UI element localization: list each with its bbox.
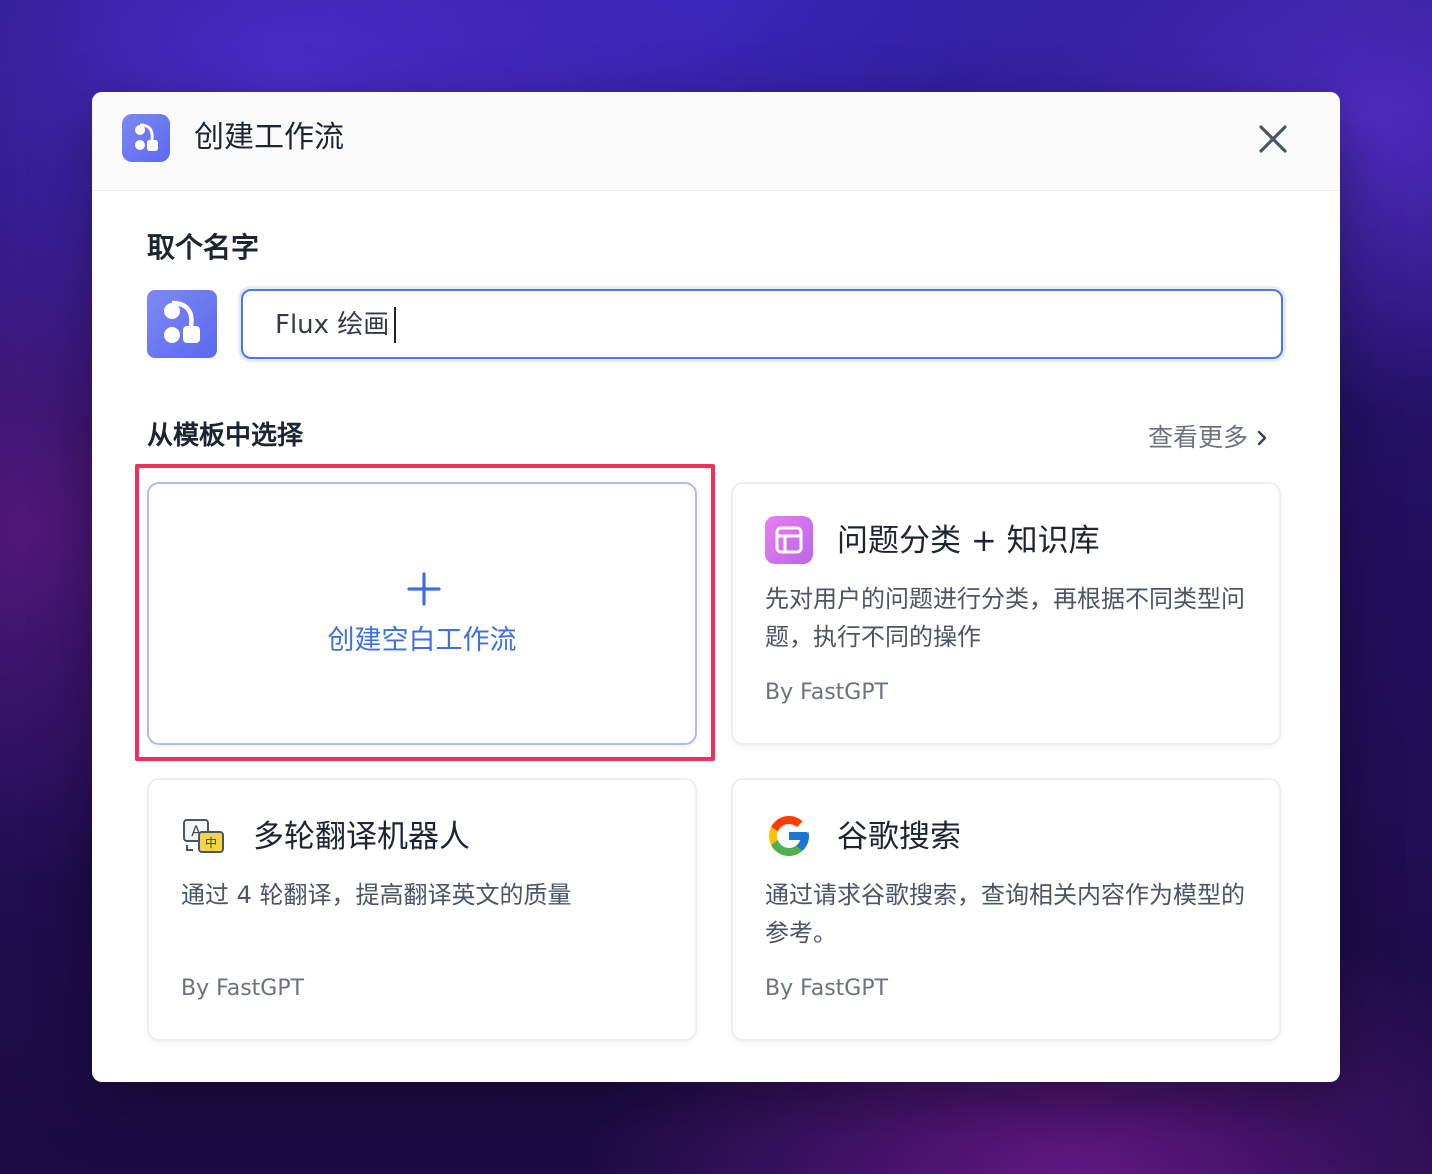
create-workflow-modal: 创建工作流 取个名字 从模板中选择 查看更多 创建空白工作流 [92,92,1340,1082]
name-section-label: 取个名字 [147,231,260,264]
text-caret [394,307,396,343]
workflow-icon [122,114,170,162]
layout-icon [765,516,813,564]
create-blank-workflow-card[interactable]: 创建空白工作流 [147,482,697,745]
svg-text:中: 中 [205,835,217,850]
blank-workflow-label: 创建空白工作流 [327,625,517,656]
workflow-icon [164,300,200,343]
chevron-right-icon [1257,430,1267,446]
template-description: 通过请求谷歌搜索，查询相关内容作为模型的参考。 [765,881,1245,947]
name-input-wrapper [241,289,1283,359]
template-title: 问题分类 + 知识库 [837,523,1100,559]
template-author: By FastGPT [765,680,889,705]
close-icon [1259,125,1287,153]
template-description: 通过 4 轮翻译，提高翻译英文的质量 [181,881,572,909]
template-card-classify-knowledge[interactable]: 问题分类 + 知识库 先对用户的问题进行分类，再根据不同类型问题，执行不同的操作… [731,482,1281,745]
workflow-avatar-button[interactable] [147,290,217,358]
template-title: 谷歌搜索 [837,819,961,855]
template-card-google-search[interactable]: 谷歌搜索 通过请求谷歌搜索，查询相关内容作为模型的参考。 By FastGPT [731,778,1281,1041]
view-more-link[interactable]: 查看更多 [1148,420,1270,456]
workflow-name-input[interactable] [275,305,1255,345]
plus-icon [407,572,441,606]
translate-icon: A 中 [181,812,229,860]
template-description: 先对用户的问题进行分类，再根据不同类型问题，执行不同的操作 [765,585,1245,651]
template-author: By FastGPT [181,976,305,1001]
close-button[interactable] [1252,118,1294,160]
template-author: By FastGPT [765,976,889,1001]
view-more-label: 查看更多 [1148,423,1249,452]
template-section-label: 从模板中选择 [147,421,304,451]
template-title: 多轮翻译机器人 [253,819,470,855]
modal-title: 创建工作流 [194,120,344,155]
modal-header: 创建工作流 [92,92,1340,191]
template-card-translation-bot[interactable]: A 中 多轮翻译机器人 通过 4 轮翻译，提高翻译英文的质量 By FastGP… [147,778,697,1041]
google-icon [765,812,813,860]
